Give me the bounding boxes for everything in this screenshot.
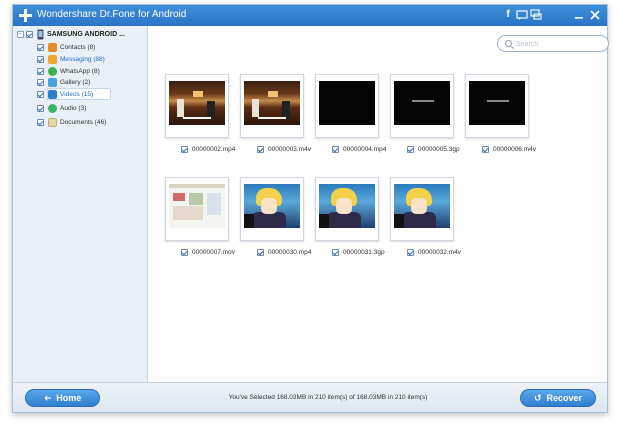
back-arrow-icon: ➔ [43,392,52,403]
sidebar-item-gallery[interactable]: Gallery (2) [37,76,90,88]
documents-icon [48,117,57,127]
app-window: Wondershare Dr.Fone for Android f - SAMS… [12,4,609,413]
video-preview [169,81,225,125]
recover-button-label: Recover [546,393,583,403]
audio-checkbox[interactable] [37,104,44,112]
sidebar-item-label: Audio (3) [60,104,87,112]
home-button[interactable]: ➔ Home [25,389,100,407]
file-grid-panel: 00000002.mp4 00000003.m4v 00000004.mp4 0… [149,26,609,382]
video-preview [319,184,375,228]
video-preview [169,184,225,228]
sidebar-item-label: Videos (15) [60,90,94,98]
recover-icon: ↺ [533,392,542,403]
sidebar-item-audio[interactable]: Audio (3) [37,102,86,114]
bottom-bar: ➔ Home You've Selected 168.03MB in 210 i… [13,382,607,412]
home-button-label: Home [56,393,82,403]
file-name: 00000004.mp4 [343,145,387,153]
video-preview [319,81,375,125]
sidebar-item-contacts[interactable]: Contacts (8) [37,41,95,53]
file-name: 00000007.mov [192,248,236,256]
app-logo-icon [19,9,32,22]
file-thumbnail[interactable] [165,74,229,138]
recover-button[interactable]: ↺ Recover [520,389,596,407]
videos-icon [48,89,57,99]
video-preview [394,81,450,125]
whatsapp-icon [48,66,57,76]
sidebar-item-label: WhatsApp (8) [60,67,100,75]
device-checkbox[interactable] [26,30,33,38]
sidebar-item-label: Gallery (2) [60,78,91,86]
file-thumbnail[interactable] [390,74,454,138]
documents-checkbox[interactable] [37,118,44,126]
file-thumbnail[interactable] [315,74,379,138]
title-bar: Wondershare Dr.Fone for Android f [13,5,607,26]
file-item[interactable]: 00000031.3gp [332,247,385,257]
messaging-checkbox[interactable] [37,55,44,63]
file-checkbox[interactable] [332,248,339,256]
collapse-toggle[interactable]: - [17,30,24,38]
sidebar-item-messaging[interactable]: Messaging (88) [37,53,105,65]
file-item[interactable]: 00000030.mp4 [257,247,311,257]
file-name: 00000002.mp4 [192,145,236,153]
file-thumbnail[interactable] [165,177,229,241]
file-thumbnail[interactable] [390,177,454,241]
file-item[interactable]: 00000005.3gp [407,144,460,154]
file-name: 00000005.3gp [418,145,460,153]
gallery-checkbox[interactable] [37,78,44,86]
sidebar-item-documents[interactable]: Documents (46) [37,116,106,128]
messaging-icon [48,54,57,64]
device-label: SAMSUNG ANDROID ... [47,30,125,38]
file-name: 00000006.m4v [493,145,537,153]
file-thumbnail[interactable] [315,177,379,241]
facebook-icon[interactable]: f [502,9,514,21]
file-name: 00000003.m4v [268,145,312,153]
close-icon[interactable] [589,9,601,21]
whatsapp-checkbox[interactable] [37,67,44,75]
file-item[interactable]: 00000004.mp4 [332,144,386,154]
sidebar-item-label: Contacts (8) [60,43,96,51]
minimize-icon[interactable] [573,9,585,21]
feedback-icon[interactable] [516,9,528,21]
contacts-icon [48,42,57,52]
search-icon [505,40,512,47]
gallery-icon [48,77,57,87]
file-name: 00000031.3gp [343,248,385,256]
sidebar-item-videos[interactable]: Videos (15) [37,88,93,100]
device-node[interactable]: - SAMSUNG ANDROID ... [17,28,125,40]
file-checkbox[interactable] [257,145,264,153]
file-checkbox[interactable] [181,145,188,153]
file-checkbox[interactable] [407,248,414,256]
video-preview [394,184,450,228]
file-item[interactable]: 00000002.mp4 [181,144,235,154]
file-item[interactable]: 00000032.m4v [407,247,461,257]
audio-icon [48,103,57,113]
video-preview [469,81,525,125]
file-name: 00000030.mp4 [268,248,312,256]
file-item[interactable]: 00000007.mov [181,247,235,257]
selection-status: You've Selected 168.03MB in 210 item(s) … [228,394,428,401]
contacts-checkbox[interactable] [37,43,44,51]
file-thumbnail[interactable] [240,177,304,241]
video-preview [244,184,300,228]
phone-icon [37,29,44,39]
sidebar-item-label: Messaging (88) [60,55,105,63]
file-name: 00000032.m4v [418,248,462,256]
video-preview [244,81,300,125]
file-checkbox[interactable] [332,145,339,153]
sidebar-item-label: Documents (46) [60,118,107,126]
file-item[interactable]: 00000006.m4v [482,144,536,154]
search-input[interactable] [516,38,604,50]
file-checkbox[interactable] [482,145,489,153]
videos-checkbox[interactable] [37,90,44,98]
file-checkbox[interactable] [407,145,414,153]
file-thumbnail[interactable] [240,74,304,138]
file-thumbnail[interactable] [465,74,529,138]
app-title: Wondershare Dr.Fone for Android [37,9,187,20]
chat-icon[interactable] [530,9,542,21]
file-checkbox[interactable] [181,248,188,256]
search-box[interactable] [497,35,609,52]
file-item[interactable]: 00000003.m4v [257,144,311,154]
file-checkbox[interactable] [257,248,264,256]
category-sidebar: - SAMSUNG ANDROID ... Contacts (8) Messa… [13,26,148,382]
